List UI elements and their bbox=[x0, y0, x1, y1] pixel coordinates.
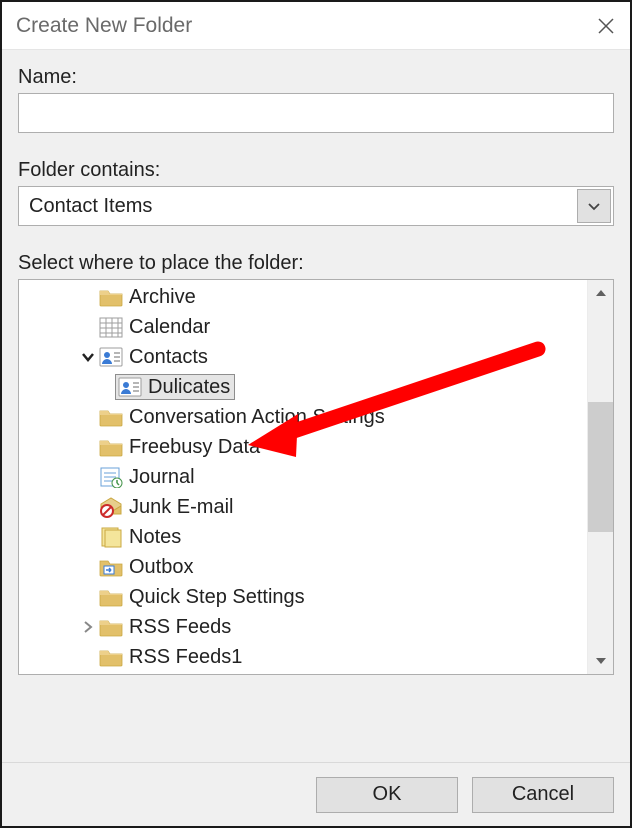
tree-item-label: Dulicates bbox=[148, 372, 230, 402]
folder-contains-value: Contact Items bbox=[19, 187, 575, 225]
dialog-content: Name: Folder contains: Contact Items Sel… bbox=[2, 50, 630, 762]
tree-item[interactable]: Calendar bbox=[19, 312, 587, 342]
tree-item-label: Contacts bbox=[129, 342, 208, 372]
tree-item[interactable]: RSS Feeds bbox=[19, 612, 587, 642]
tree-item[interactable]: Archive bbox=[19, 282, 587, 312]
folder-icon bbox=[99, 285, 123, 309]
tree-item-label: Calendar bbox=[129, 312, 210, 342]
notes-icon bbox=[99, 525, 123, 549]
chevron-down-icon bbox=[595, 655, 607, 667]
name-label: Name: bbox=[18, 66, 614, 89]
tree-item-label: RSS Feeds bbox=[129, 612, 231, 642]
folder-tree-viewport[interactable]: ArchiveCalendarContactsDulicatesConversa… bbox=[19, 280, 587, 674]
tree-item-label: Outbox bbox=[129, 552, 193, 582]
tree-item-label: Journal bbox=[129, 462, 195, 492]
outbox-icon bbox=[99, 555, 123, 579]
close-button[interactable] bbox=[582, 2, 630, 50]
tree-item-label: Freebusy Data bbox=[129, 432, 260, 462]
tree-item[interactable]: Conversation Action Settings bbox=[19, 402, 587, 432]
folder-icon bbox=[99, 435, 123, 459]
folder-icon bbox=[99, 405, 123, 429]
tree-item[interactable]: Freebusy Data bbox=[19, 432, 587, 462]
folder-contains-label: Folder contains: bbox=[18, 159, 614, 182]
junk-icon bbox=[99, 495, 123, 519]
folder-tree: ArchiveCalendarContactsDulicatesConversa… bbox=[18, 279, 614, 675]
tree-item[interactable]: Contacts bbox=[19, 342, 587, 372]
tree-item[interactable]: Notes bbox=[19, 522, 587, 552]
ok-button[interactable]: OK bbox=[316, 777, 458, 813]
scrollbar-vertical[interactable] bbox=[587, 280, 613, 674]
dropdown-button[interactable] bbox=[577, 189, 611, 223]
scrollbar-track[interactable] bbox=[588, 306, 613, 648]
chevron-up-icon bbox=[595, 287, 607, 299]
tree-item[interactable]: Journal bbox=[19, 462, 587, 492]
tree-item[interactable]: Dulicates bbox=[19, 372, 587, 402]
dialog-title: Create New Folder bbox=[16, 14, 582, 38]
tree-item-label: Junk E-mail bbox=[129, 492, 233, 522]
tree-item[interactable]: Junk E-mail bbox=[19, 492, 587, 522]
tree-item-label: Conversation Action Settings bbox=[129, 402, 385, 432]
scroll-down-button[interactable] bbox=[588, 648, 613, 674]
titlebar: Create New Folder bbox=[2, 2, 630, 50]
close-icon bbox=[598, 18, 614, 34]
tree-item-label: RSS Feeds1 bbox=[129, 642, 242, 672]
scrollbar-thumb[interactable] bbox=[588, 402, 613, 532]
tree-item-label: Archive bbox=[129, 282, 196, 312]
tree-item-label: Quick Step Settings bbox=[129, 582, 305, 612]
tree-item[interactable]: Quick Step Settings bbox=[19, 582, 587, 612]
tree-item[interactable]: Outbox bbox=[19, 552, 587, 582]
contacts-icon bbox=[118, 375, 142, 399]
tree-item[interactable]: RSS Feeds1 bbox=[19, 642, 587, 672]
name-input[interactable] bbox=[18, 93, 614, 133]
place-label: Select where to place the folder: bbox=[18, 252, 614, 275]
cancel-button[interactable]: Cancel bbox=[472, 777, 614, 813]
button-bar: OK Cancel bbox=[2, 762, 630, 826]
tree-item-label: Notes bbox=[129, 522, 181, 552]
scroll-up-button[interactable] bbox=[588, 280, 613, 306]
folder-icon bbox=[99, 615, 123, 639]
journal-icon bbox=[99, 465, 123, 489]
folder-contains-dropdown[interactable]: Contact Items bbox=[18, 186, 614, 226]
folder-icon bbox=[99, 585, 123, 609]
chevron-down-icon bbox=[587, 199, 601, 213]
contacts-icon bbox=[99, 345, 123, 369]
tree-expand-icon[interactable] bbox=[77, 616, 99, 638]
create-new-folder-dialog: Create New Folder Name: Folder contains:… bbox=[0, 0, 632, 828]
calendar-icon bbox=[99, 315, 123, 339]
folder-icon bbox=[99, 645, 123, 669]
tree-collapse-icon[interactable] bbox=[77, 346, 99, 368]
